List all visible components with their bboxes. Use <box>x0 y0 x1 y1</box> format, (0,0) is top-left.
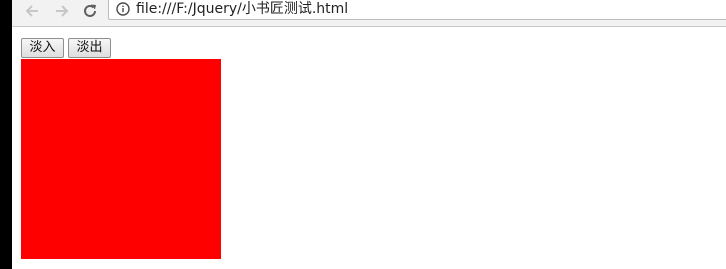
back-button[interactable] <box>20 0 44 22</box>
arrow-left-icon <box>25 5 38 17</box>
red-box <box>21 59 221 259</box>
browser-window: file:///F:/Jquery/小书匠测试.html 淡入 淡出 <box>12 0 726 269</box>
reload-button[interactable] <box>78 0 102 22</box>
address-bar[interactable]: file:///F:/Jquery/小书匠测试.html <box>108 0 726 20</box>
forward-button[interactable] <box>50 0 74 22</box>
info-icon[interactable] <box>116 2 130 16</box>
arrow-right-icon <box>56 5 69 17</box>
fade-in-button[interactable]: 淡入 <box>21 38 64 58</box>
fade-out-button[interactable]: 淡出 <box>68 38 111 58</box>
url-text[interactable]: file:///F:/Jquery/小书匠测试.html <box>136 0 348 18</box>
browser-toolbar: file:///F:/Jquery/小书匠测试.html <box>12 0 726 27</box>
page-content: 淡入 淡出 <box>12 27 726 269</box>
reload-icon <box>84 4 96 17</box>
